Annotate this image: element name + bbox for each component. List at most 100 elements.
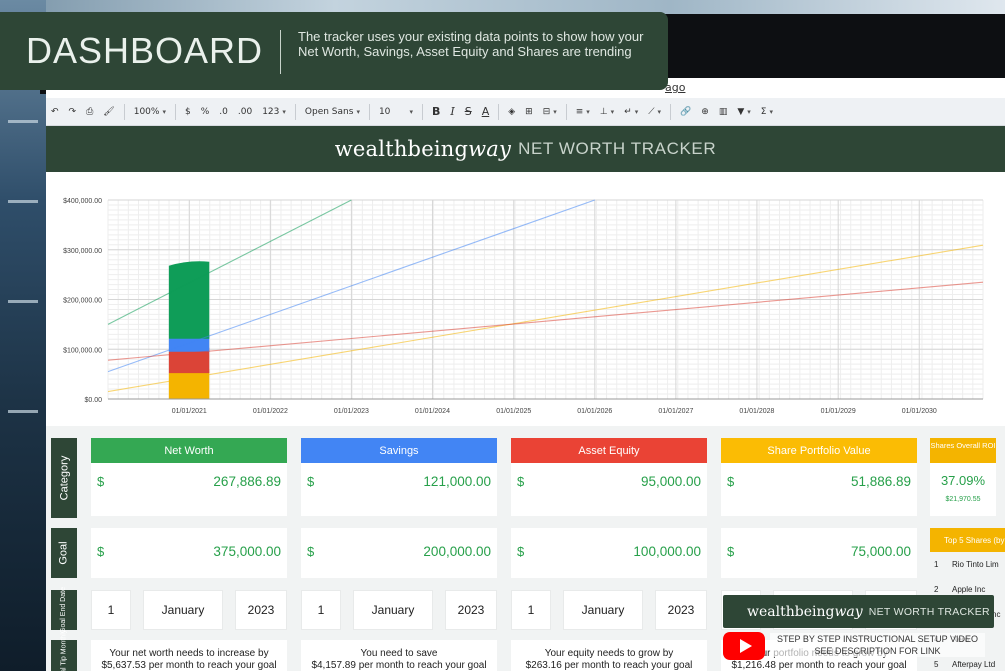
tip-line-2: $5,637.53 per month to reach your goal <box>101 660 277 671</box>
tip-line-2: $1,216.48 per month to reach your goal <box>731 660 907 671</box>
align-icon[interactable]: ≡ ▾ <box>571 98 595 126</box>
row-label-goal-end-date: Goal End Date <box>51 587 77 633</box>
stacked-area-block <box>168 368 210 399</box>
merge-cells-icon[interactable]: ⊟ ▾ <box>538 98 562 126</box>
goal-tip: You need to save $4,157.89 per month to r… <box>301 640 497 671</box>
top5-rank: 5 <box>934 660 939 669</box>
borders-icon[interactable]: ⊞ <box>520 98 538 126</box>
x-tick-label: 01/01/2026 <box>577 408 612 415</box>
card-value-row: $ 95,000.00 <box>511 474 707 489</box>
goal-asset-equity[interactable]: $ 100,000.00 <box>511 528 707 578</box>
divider <box>174 103 176 120</box>
goal-tip: Your net worth needs to increase by $5,63… <box>91 640 287 671</box>
y-tick-label: $300,000.00 <box>63 248 102 255</box>
card-value: 267,886.89 <box>213 474 281 489</box>
fill-color-icon[interactable]: ◈ <box>503 98 520 126</box>
currency-sign: $ <box>307 474 315 489</box>
goal-year-select[interactable]: 2023 <box>655 590 707 630</box>
divider <box>368 103 370 120</box>
overlay-divider <box>280 30 281 74</box>
currency-sign: $ <box>97 474 105 489</box>
goal-value: 75,000.00 <box>850 544 911 559</box>
card-title: Net Worth <box>91 438 287 463</box>
stacked-area-block <box>168 261 210 339</box>
goal-share-portfolio-value[interactable]: $ 75,000.00 <box>721 528 917 578</box>
video-line-1: STEP BY STEP INSTRUCTIONAL SETUP VIDEO <box>776 634 979 644</box>
goal-year-select[interactable]: 2023 <box>445 590 497 630</box>
video-instruction[interactable]: STEP BY STEP INSTRUCTIONAL SETUP VIDEO S… <box>770 633 985 657</box>
goal-year-select[interactable]: 2023 <box>235 590 287 630</box>
brand-logo: wealthbeingway <box>334 137 512 161</box>
x-tick-label: 01/01/2023 <box>334 408 369 415</box>
top5-row: 1 Rio Tinto Lim <box>930 560 1005 578</box>
last-edit-link[interactable]: ago <box>665 81 685 94</box>
bold-button[interactable]: B <box>427 98 445 126</box>
undo-icon[interactable]: ↶ <box>46 98 64 126</box>
goal-value: 100,000.00 <box>633 544 701 559</box>
currency-sign: $ <box>727 474 735 489</box>
decrease-decimals-button[interactable]: .0 <box>214 98 233 126</box>
wrap-icon[interactable]: ↵ ▾ <box>619 98 643 126</box>
goal-month-select[interactable]: January <box>563 590 643 630</box>
spreadsheet-screen: ago ↶ ↷ ⎙ 🖌 100% ▾ $ % .0 .00 123 ▾ Open S… <box>46 78 1005 671</box>
font-size-select[interactable]: 10 ▾ <box>374 98 418 126</box>
card-title: Asset Equity <box>511 438 707 463</box>
divider <box>294 103 296 120</box>
card-value: 121,000.00 <box>423 474 491 489</box>
goal-row: $ 375,000.00 <box>91 544 287 559</box>
number-format-select[interactable]: 123 ▾ <box>257 98 291 126</box>
link-icon[interactable]: 🔗 <box>675 98 696 126</box>
filter-icon[interactable]: ▼ ▾ <box>732 98 755 126</box>
goal-day-select[interactable]: 1 <box>511 590 551 630</box>
currency-sign: $ <box>307 544 315 559</box>
tip-line-1: Your equity needs to grow by <box>544 648 674 659</box>
goal-day-select[interactable]: 1 <box>91 590 131 630</box>
row-label-goal-tip: Goal Tip Monthly <box>51 629 77 671</box>
text-color-button[interactable]: A <box>477 98 495 126</box>
divider <box>565 103 567 120</box>
card-value: 95,000.00 <box>640 474 701 489</box>
card-asset-equity: Asset Equity $ 95,000.00 <box>511 438 707 516</box>
rotate-icon[interactable]: ⟋ ▾ <box>643 98 666 126</box>
percent-button[interactable]: % <box>196 98 215 126</box>
currency-sign: $ <box>517 474 525 489</box>
functions-button[interactable]: Σ ▾ <box>756 98 778 126</box>
goal-net-worth[interactable]: $ 375,000.00 <box>91 528 287 578</box>
redo-icon[interactable]: ↷ <box>64 98 82 126</box>
roi-header: Shares Overall ROI <box>930 438 996 463</box>
goal-savings[interactable]: $ 200,000.00 <box>301 528 497 578</box>
chart-icon[interactable]: ▥ <box>714 98 733 126</box>
italic-button[interactable]: I <box>445 98 459 126</box>
goal-month-select[interactable]: January <box>143 590 223 630</box>
trend-chart: $400,000.00 $300,000.00 $200,000.00 $100,00… <box>51 190 989 426</box>
top5-rank: 1 <box>934 560 939 569</box>
strikethrough-button[interactable]: S <box>460 98 477 126</box>
currency-button[interactable]: $ <box>180 98 196 126</box>
increase-decimals-button[interactable]: .00 <box>233 98 257 126</box>
tip-line-2: $4,157.89 per month to reach your goal <box>311 660 487 671</box>
tip-line-1: You need to save <box>360 648 438 659</box>
y-tick-label: $100,000.00 <box>63 347 102 354</box>
dashboard-overlay: DASHBOARD The tracker uses your existing… <box>0 12 668 90</box>
paint-format-icon[interactable]: 🖌 <box>98 98 119 126</box>
zoom-select[interactable]: 100% ▾ <box>129 98 171 126</box>
top5-name: Rio Tinto Lim <box>952 560 999 569</box>
goal-month-select[interactable]: January <box>353 590 433 630</box>
tip-line-1: Your net worth needs to increase by <box>109 648 269 659</box>
currency-sign: $ <box>517 544 525 559</box>
goal-value: 200,000.00 <box>423 544 491 559</box>
vertical-align-icon[interactable]: ⊥ ▾ <box>595 98 619 126</box>
print-icon[interactable]: ⎙ <box>81 98 98 126</box>
top5-name: Afterpay Ltd <box>952 660 996 669</box>
card-savings: Savings $ 121,000.00 <box>301 438 497 516</box>
divider <box>123 103 125 120</box>
roi-amount: $21,970.55 <box>945 496 981 503</box>
goal-day-select[interactable]: 1 <box>301 590 341 630</box>
font-select[interactable]: Open Sans ▾ <box>300 98 365 126</box>
promo-banner[interactable]: wealthbeingway NET WORTH TRACKER <box>723 595 994 628</box>
comment-icon[interactable]: ⊕ <box>696 98 714 126</box>
divider <box>670 103 672 120</box>
goal-row: $ 75,000.00 <box>721 544 917 559</box>
goal-row: $ 100,000.00 <box>511 544 707 559</box>
x-tick-label: 01/01/2025 <box>496 408 531 415</box>
